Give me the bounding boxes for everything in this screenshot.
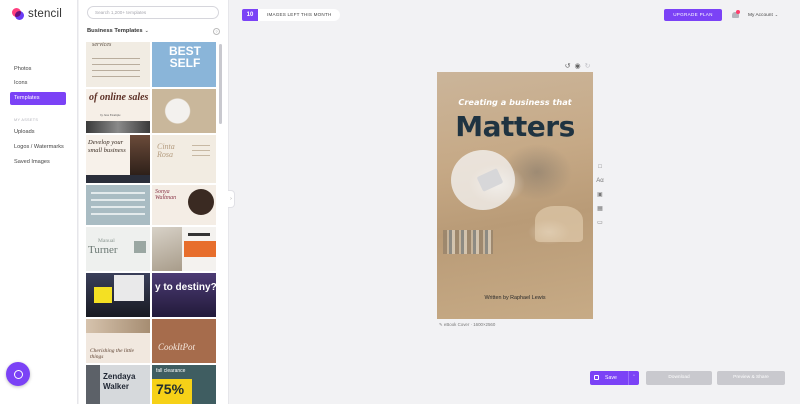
account-label: My Account xyxy=(748,13,773,18)
nav-item-icons[interactable]: Icons xyxy=(10,77,66,90)
panel-scrollbar[interactable] xyxy=(219,44,222,124)
stencil-logo[interactable]: stencil xyxy=(12,8,62,20)
template-thumb[interactable] xyxy=(86,185,150,225)
template-thumb[interactable]: CookItPot xyxy=(152,319,216,363)
text-icon[interactable]: Aα xyxy=(595,174,605,188)
thumb-text: of online sales xyxy=(89,92,149,103)
save-icon xyxy=(594,375,599,380)
my-assets-section-label: MY ASSETS xyxy=(14,118,39,122)
left-nav: stencil Photos Icons Templates MY ASSETS… xyxy=(0,0,78,404)
page-icon[interactable]: □ xyxy=(595,160,605,174)
template-thumb[interactable]: y to destiny? xyxy=(152,273,216,317)
notification-bell-icon[interactable] xyxy=(732,10,740,19)
template-thumb[interactable] xyxy=(152,89,216,133)
history-toolbar: ↺ ◉ ↻ xyxy=(564,62,591,70)
chevron-down-icon: ⌄ xyxy=(774,12,779,17)
preview-share-button[interactable]: Preview & Share xyxy=(717,371,785,385)
template-search-input[interactable]: Search 1,200+ templates xyxy=(87,6,219,19)
category-dropdown[interactable]: Business Templates ⌄ xyxy=(87,28,149,34)
thumb-text: 75% xyxy=(156,381,185,397)
my-account-menu[interactable]: My Account ⌄ xyxy=(748,12,778,18)
template-thumb[interactable]: Cherishing the little things xyxy=(86,319,150,363)
canvas-heading-line2[interactable]: Matters xyxy=(437,110,593,143)
canvas-byline[interactable]: Written by Raphael Lewis xyxy=(437,295,593,301)
images-left-count: 10 xyxy=(242,9,258,21)
nav-item-photos[interactable]: Photos xyxy=(10,63,66,76)
nav-item-logos-watermarks[interactable]: Logos / Watermarks xyxy=(10,141,66,154)
thumb-text: by Jane Example xyxy=(100,113,121,117)
thumb-text: y to destiny? xyxy=(155,282,216,293)
frame-icon[interactable]: ▣ xyxy=(595,188,605,202)
undo-icon[interactable]: ↺ xyxy=(564,62,571,70)
info-icon[interactable]: ? xyxy=(213,28,220,35)
grid-icon[interactable]: ▦ xyxy=(595,202,605,216)
template-thumb[interactable] xyxy=(152,227,216,271)
reset-icon[interactable]: ◉ xyxy=(574,62,581,70)
download-button[interactable]: Download xyxy=(646,371,712,385)
logo-text: stencil xyxy=(28,8,62,20)
thumb-text: fall clearance xyxy=(156,368,186,374)
canvas-side-toolbar: □ Aα ▣ ▦ ▭ xyxy=(595,160,605,230)
trash-icon[interactable]: ▭ xyxy=(595,216,605,230)
chat-icon xyxy=(13,369,23,379)
template-thumb[interactable]: Cinta Rosa xyxy=(152,135,216,183)
save-label: Save xyxy=(605,375,617,381)
thumb-text: BEST SELF xyxy=(168,44,201,70)
nav-item-uploads[interactable]: Uploads xyxy=(10,126,66,139)
stencil-logo-icon xyxy=(12,8,24,20)
help-chat-button[interactable] xyxy=(6,362,30,386)
save-options-dropdown[interactable]: ˆ xyxy=(628,371,639,385)
nav-item-templates[interactable]: Templates xyxy=(10,92,66,105)
thumb-text: Sonya Waltman xyxy=(155,189,177,201)
thumb-text: Zendaya xyxy=(103,372,136,381)
canvas-size-caption[interactable]: ✎ eBook Cover · 1600×2560 xyxy=(439,322,495,328)
thumb-text: CookItPot xyxy=(158,342,195,352)
template-thumb[interactable]: Zendaya Walker xyxy=(86,365,150,404)
thumb-text: small business xyxy=(88,147,126,154)
template-thumb[interactable]: fall clearance 75% xyxy=(152,365,216,404)
nav-item-saved-images[interactable]: Saved Images xyxy=(10,156,66,169)
thumb-text: Develop your xyxy=(88,139,124,146)
thumb-text: Walker xyxy=(103,382,129,391)
collapse-panel-handle[interactable]: › xyxy=(228,190,235,208)
chevron-down-icon: ⌄ xyxy=(144,28,149,34)
images-left-counter: 10 IMAGES LEFT THIS MONTH xyxy=(242,9,341,21)
thumb-text: services xyxy=(92,42,112,48)
canvas-size-label: eBook Cover · 1600×2560 xyxy=(443,322,496,327)
templates-panel: Search 1,200+ templates Business Templat… xyxy=(79,0,229,404)
design-canvas[interactable]: Creating a business that Matters Written… xyxy=(437,72,593,319)
category-label: Business Templates xyxy=(87,28,143,34)
template-thumb[interactable]: Manual Turner xyxy=(86,227,150,271)
template-thumb[interactable]: BEST SELF xyxy=(152,42,216,87)
thumb-text: Turner xyxy=(88,244,118,256)
redo-icon[interactable]: ↻ xyxy=(584,62,591,70)
template-thumb[interactable] xyxy=(86,273,150,317)
save-button[interactable]: Save xyxy=(590,371,628,385)
template-thumb[interactable]: Develop your small business xyxy=(86,135,150,183)
thumb-text: Cherishing the little things xyxy=(90,348,134,360)
chevron-up-icon: ˆ xyxy=(633,375,635,381)
images-left-label: IMAGES LEFT THIS MONTH xyxy=(258,9,341,21)
template-thumb[interactable]: services xyxy=(86,42,150,87)
template-grid: services BEST SELF of online sales by Ja… xyxy=(86,42,216,404)
template-thumb[interactable]: Sonya Waltman xyxy=(152,185,216,225)
canvas-heading-line1[interactable]: Creating a business that xyxy=(437,97,593,107)
template-thumb[interactable]: of online sales by Jane Example xyxy=(86,89,150,133)
thumb-text: Cinta Rosa xyxy=(157,142,175,159)
upgrade-plan-button[interactable]: UPGRADE PLAN xyxy=(664,9,722,21)
